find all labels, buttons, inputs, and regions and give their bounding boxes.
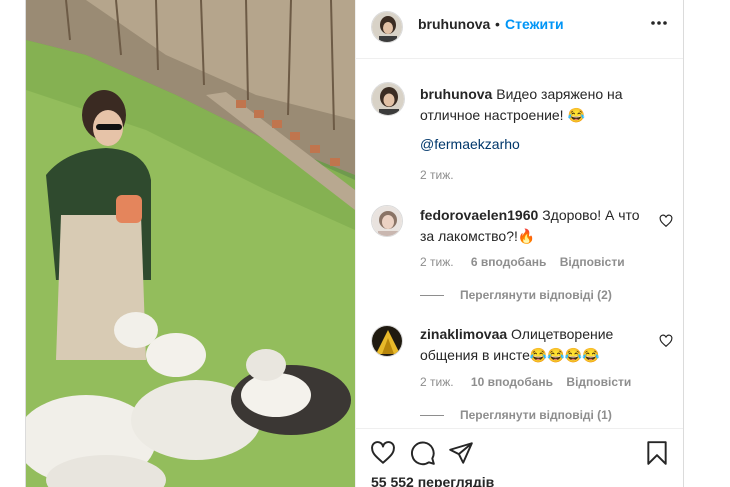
caption-text: bruhunova Видео заряжено на отличное нас…	[420, 84, 650, 126]
view-replies-label: Переглянути відповіді (1)	[460, 408, 612, 422]
caption-mention-link[interactable]: @fermaekzarho	[420, 136, 520, 152]
bookmark-icon[interactable]	[644, 440, 670, 466]
author-username[interactable]: bruhunova	[418, 16, 490, 32]
share-icon[interactable]	[448, 440, 474, 466]
comment-username[interactable]: fedorovaelen1960	[420, 207, 538, 223]
comment-likes-count[interactable]: 10 вподобань	[471, 375, 553, 389]
comment-reply-button[interactable]: Відповісти	[560, 255, 625, 269]
post-side-panel: bruhunova • Стежити bruhunova Видео заря…	[355, 0, 683, 487]
post-modal: bruhunova • Стежити bruhunova Видео заря…	[25, 0, 684, 487]
like-comment-heart-icon[interactable]	[659, 214, 673, 228]
comment-avatar[interactable]	[371, 325, 403, 357]
comment-text: fedorovaelen1960 Здорово! А что за лаком…	[420, 205, 650, 247]
replies-divider-line	[420, 415, 444, 417]
post-actions-bar: 55 552 переглядів	[356, 428, 683, 487]
comment-meta: 2 тиж. 6 вподобань Відповісти	[420, 255, 625, 269]
comment-timestamp[interactable]: 2 тиж.	[420, 375, 454, 389]
view-replies-button[interactable]: Переглянути відповіді (2)	[420, 288, 612, 302]
comment-text: zinaklimovaa Олицетворение общения в инс…	[420, 324, 650, 366]
comment-avatar[interactable]	[371, 205, 403, 237]
views-count[interactable]: 55 552 переглядів	[371, 474, 494, 487]
video-frame-illustration	[26, 0, 355, 487]
caption-author-avatar[interactable]	[371, 82, 405, 116]
caption-username[interactable]: bruhunova	[420, 86, 492, 102]
comment-username[interactable]: zinaklimovaa	[420, 326, 507, 342]
caption-timestamp[interactable]: 2 тиж.	[420, 168, 454, 182]
author-avatar[interactable]	[371, 11, 403, 43]
replies-divider-line	[420, 295, 444, 297]
comment-reply-button[interactable]: Відповісти	[566, 375, 631, 389]
header-separator: •	[495, 16, 500, 32]
post-video[interactable]	[26, 0, 355, 487]
post-header: bruhunova • Стежити	[356, 0, 683, 59]
heart-icon[interactable]	[370, 440, 396, 466]
comment-icon[interactable]	[410, 440, 436, 466]
view-replies-label: Переглянути відповіді (2)	[460, 288, 612, 302]
comment-timestamp[interactable]: 2 тиж.	[420, 255, 454, 269]
comment-likes-count[interactable]: 6 вподобань	[471, 255, 546, 269]
follow-button[interactable]: Стежити	[505, 16, 564, 32]
like-comment-heart-icon[interactable]	[659, 334, 673, 348]
comment-meta: 2 тиж. 10 вподобань Відповісти	[420, 375, 631, 389]
more-horizontal-icon[interactable]	[649, 11, 669, 35]
view-replies-button[interactable]: Переглянути відповіді (1)	[420, 408, 612, 422]
